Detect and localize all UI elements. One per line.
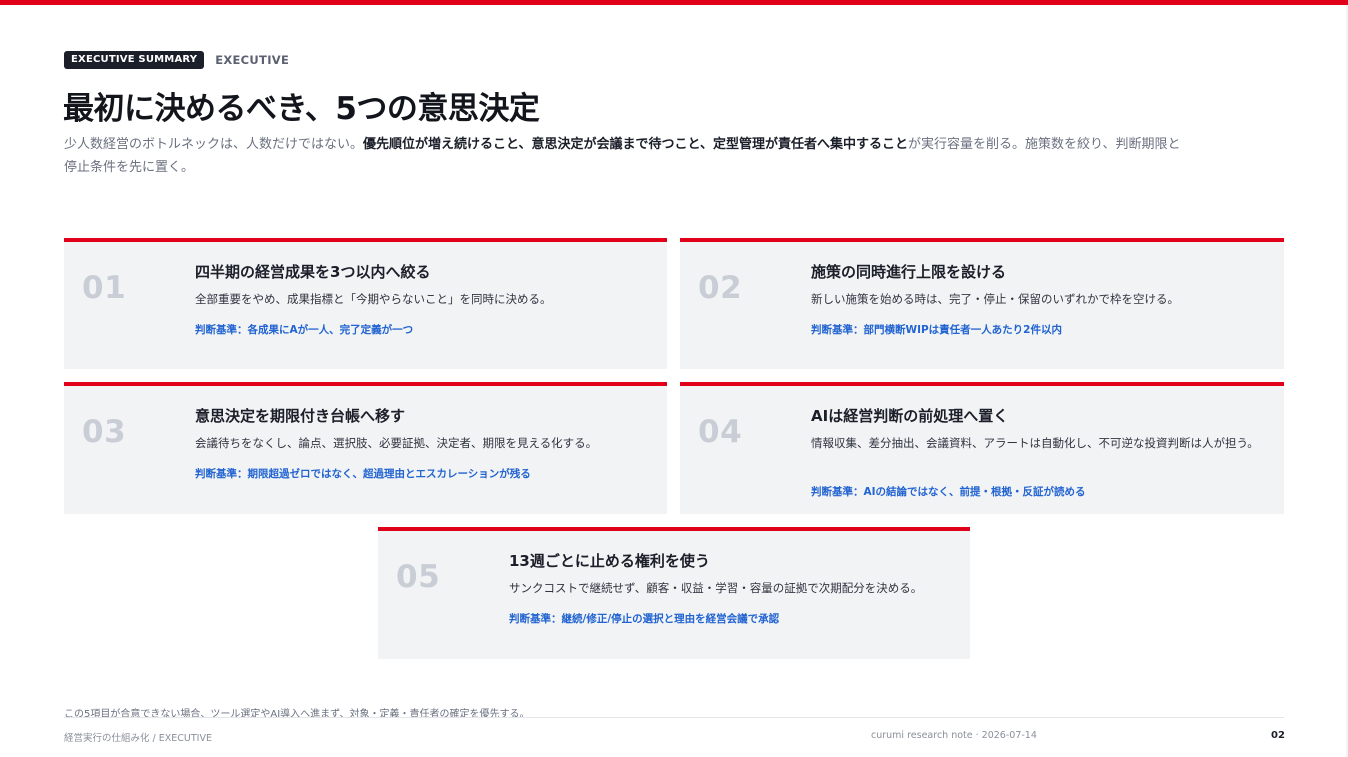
card-title: 施策の同時進行上限を設ける <box>811 263 1007 281</box>
header-labels: EXECUTIVE SUMMARY EXECUTIVE <box>64 51 289 69</box>
top-accent-bar <box>0 0 1348 5</box>
section-badge: EXECUTIVE SUMMARY <box>64 51 205 69</box>
card-description: サンクコストで継続せず、顧客・収益・学習・容量の証拠で次期配分を決める。 <box>509 581 923 595</box>
card-title: 13週ごとに止める権利を使う <box>509 552 710 570</box>
decision-card-02: 02 施策の同時進行上限を設ける 新しい施策を始める時は、完了・停止・保留のいず… <box>680 238 1284 369</box>
section-tag: EXECUTIVE <box>215 53 290 67</box>
decision-card-04: 04 AIは経営判断の前処理へ置く 情報収集、差分抽出、会議資料、アラートは自動… <box>680 382 1284 514</box>
card-criterion: 判断基準：各成果にAが一人、完了定義が一つ <box>195 324 414 336</box>
card-number: 01 <box>82 270 127 306</box>
card-title: 意思決定を期限付き台帳へ移す <box>195 407 406 425</box>
decision-card-01: 01 四半期の経営成果を3つ以内へ絞る 全部重要をやめ、成果指標と「今期やらない… <box>64 238 667 369</box>
card-criterion: 判断基準：部門横断WIPは責任者一人あたり2件以内 <box>811 324 1062 336</box>
card-criterion: 判断基準：期限超過ゼロではなく、超過理由とエスカレーションが残る <box>195 468 531 480</box>
lead-text-1: 少人数経営のボトルネックは、人数だけではない。 <box>64 137 364 152</box>
footer-section-label: 経営実行の仕組み化 / EXECUTIVE <box>64 733 212 744</box>
card-number: 03 <box>82 414 127 450</box>
card-title: 四半期の経営成果を3つ以内へ絞る <box>195 263 431 281</box>
lead-paragraph: 少人数経営のボトルネックは、人数だけではない。優先順位が増え続けること、意思決定… <box>64 133 1184 179</box>
footer-divider <box>64 717 1284 718</box>
card-description: 新しい施策を始める時は、完了・停止・保留のいずれかで枠を空ける。 <box>811 292 1179 306</box>
card-criterion: 判断基準：継続/修正/停止の選択と理由を経営会議で承認 <box>509 613 780 625</box>
card-title: AIは経営判断の前処理へ置く <box>811 407 1009 425</box>
page-number: 02 <box>1271 730 1285 741</box>
card-description: 全部重要をやめ、成果指標と「今期やらないこと」を同時に決める。 <box>195 292 552 306</box>
card-number: 04 <box>698 414 743 450</box>
card-number: 02 <box>698 270 743 306</box>
card-description: 会議待ちをなくし、論点、選択肢、必要証拠、決定者、期限を見える化する。 <box>195 436 598 450</box>
footer-source: curumi research note · 2026-07-14 <box>871 730 1037 741</box>
card-number: 05 <box>396 559 441 595</box>
page-title: 最初に決めるべき、5つの意思決定 <box>63 91 540 127</box>
decision-card-03: 03 意思決定を期限付き台帳へ移す 会議待ちをなくし、論点、選択肢、必要証拠、決… <box>64 382 667 514</box>
card-description: 情報収集、差分抽出、会議資料、アラートは自動化し、不可逆な投資判断は人が担う。 <box>811 436 1259 450</box>
card-criterion: 判断基準：AIの結論ではなく、前提・根拠・反証が読める <box>811 486 1086 498</box>
decision-card-05: 05 13週ごとに止める権利を使う サンクコストで継続せず、顧客・収益・学習・容… <box>378 527 970 659</box>
lead-text-bold: 優先順位が増え続けること、意思決定が会議まで待つこと、定型管理が責任者へ集中する… <box>363 137 908 152</box>
